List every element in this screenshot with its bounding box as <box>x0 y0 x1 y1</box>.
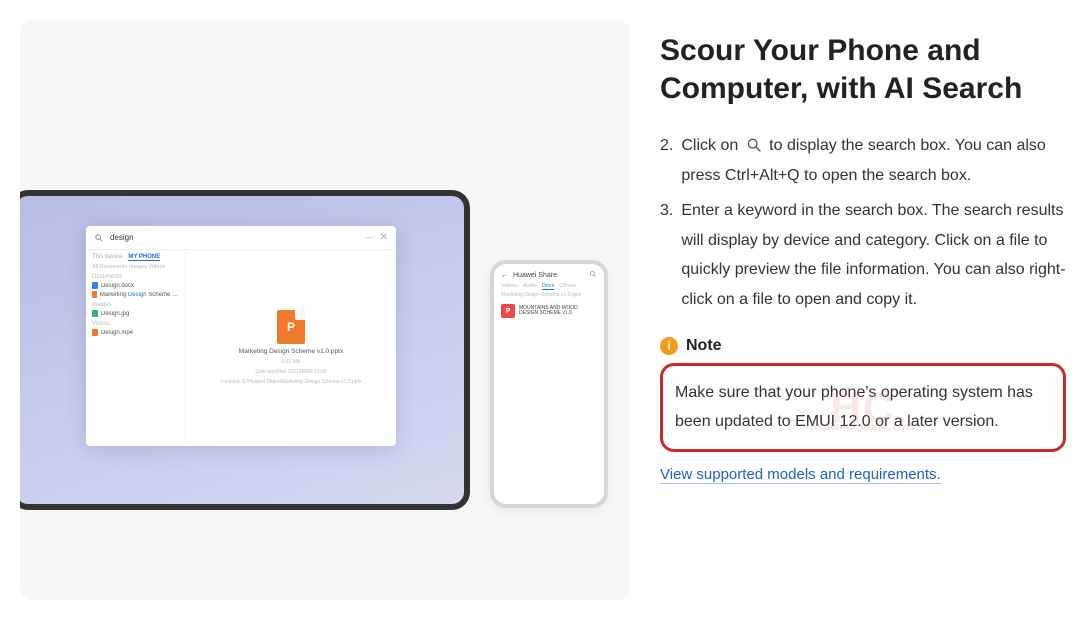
search-preview-panel: P Marketing Design Scheme v1.0.pptx 6.61… <box>186 250 396 444</box>
result-doc2: Marketing Design Scheme v1.0.pptx <box>92 291 179 298</box>
phone-mock: ← Huawei Share Videos Audio Docs Others … <box>490 260 608 508</box>
steps-list: 2. Click on to display the search box. Y… <box>660 131 1066 321</box>
section-images: Images <box>92 302 179 308</box>
ppt-file-icon: P <box>277 310 305 344</box>
laptop-screen: design — ✕ This device MY PHONE All Docu… <box>20 196 464 504</box>
card-line2: DESIGN SCHEME v1.0 <box>519 311 578 317</box>
hero-image-panel: design — ✕ This device MY PHONE All Docu… <box>20 20 630 600</box>
step-2: 2. Click on to display the search box. Y… <box>660 131 1066 190</box>
step-text: Enter a keyword in the search box. The s… <box>681 196 1066 314</box>
note-label: Note <box>686 337 722 355</box>
doc-icon <box>92 282 98 289</box>
preview-date: Date modified 2021/08/09 12:00 <box>255 369 326 375</box>
laptop-mock: design — ✕ This device MY PHONE All Docu… <box>20 190 470 510</box>
video-icon <box>92 329 98 336</box>
phone-file-name: Marketing Design Scheme v1.0.pptx <box>494 290 604 300</box>
image-icon <box>92 310 98 317</box>
search-icon <box>94 233 104 243</box>
section-videos: Videos <box>92 321 179 327</box>
supported-models-link[interactable]: View supported models and requirements. <box>660 466 941 484</box>
close-icon: ✕ <box>380 232 388 243</box>
phone-file-card: P MOUNTAINS AND WOOD DESIGN SCHEME v1.0 <box>501 304 597 318</box>
step-number: 3. <box>660 196 673 314</box>
result-doc1: Design.docx <box>92 282 179 289</box>
desktop-search-window: design — ✕ This device MY PHONE All Docu… <box>86 226 396 446</box>
search-query: design <box>110 233 360 242</box>
minimize-icon: — <box>366 233 374 242</box>
note-box: HC huaweiupdate.com Make sure that your … <box>660 363 1066 452</box>
phone-tabs: Videos Audio Docs Others <box>494 283 604 290</box>
info-icon: i <box>660 337 678 355</box>
step-number: 2. <box>660 131 673 190</box>
phone-tab-others: Others <box>559 283 576 290</box>
search-filters: All Documents Images Videos <box>92 264 179 270</box>
preview-location: Location: E:\Huawei Share\Marketing Desi… <box>221 379 362 385</box>
step-3: 3. Enter a keyword in the search box. Th… <box>660 196 1066 314</box>
search-icon <box>743 134 765 156</box>
article-content: Scour Your Phone and Computer, with AI S… <box>660 20 1066 618</box>
result-vid1: Design.mp4 <box>92 329 179 336</box>
search-icon <box>589 270 597 280</box>
result-img1: Design.jpg <box>92 310 179 317</box>
preview-size: 6.61 MB <box>282 359 301 365</box>
preview-title: Marketing Design Scheme v1.0.pptx <box>239 348 343 355</box>
note-header: i Note <box>660 337 1066 355</box>
tab-my-phone: MY PHONE <box>128 254 160 261</box>
step-text: Click on to display the search box. You … <box>681 131 1066 190</box>
phone-tab-docs: Docs <box>542 283 555 290</box>
note-body: Make sure that your phone's operating sy… <box>675 384 1033 431</box>
back-icon: ← <box>501 272 508 279</box>
phone-tab-videos: Videos <box>501 283 518 290</box>
phone-tab-audio: Audio <box>523 283 537 290</box>
phone-header-title: Huawei Share <box>513 272 557 279</box>
tab-this-device: This device <box>92 254 122 261</box>
ppt-icon <box>92 291 97 298</box>
section-documents: Documents <box>92 274 179 280</box>
ppt-badge-icon: P <box>501 304 515 318</box>
search-results-panel: This device MY PHONE All Documents Image… <box>86 250 186 444</box>
page-title: Scour Your Phone and Computer, with AI S… <box>660 32 1066 107</box>
